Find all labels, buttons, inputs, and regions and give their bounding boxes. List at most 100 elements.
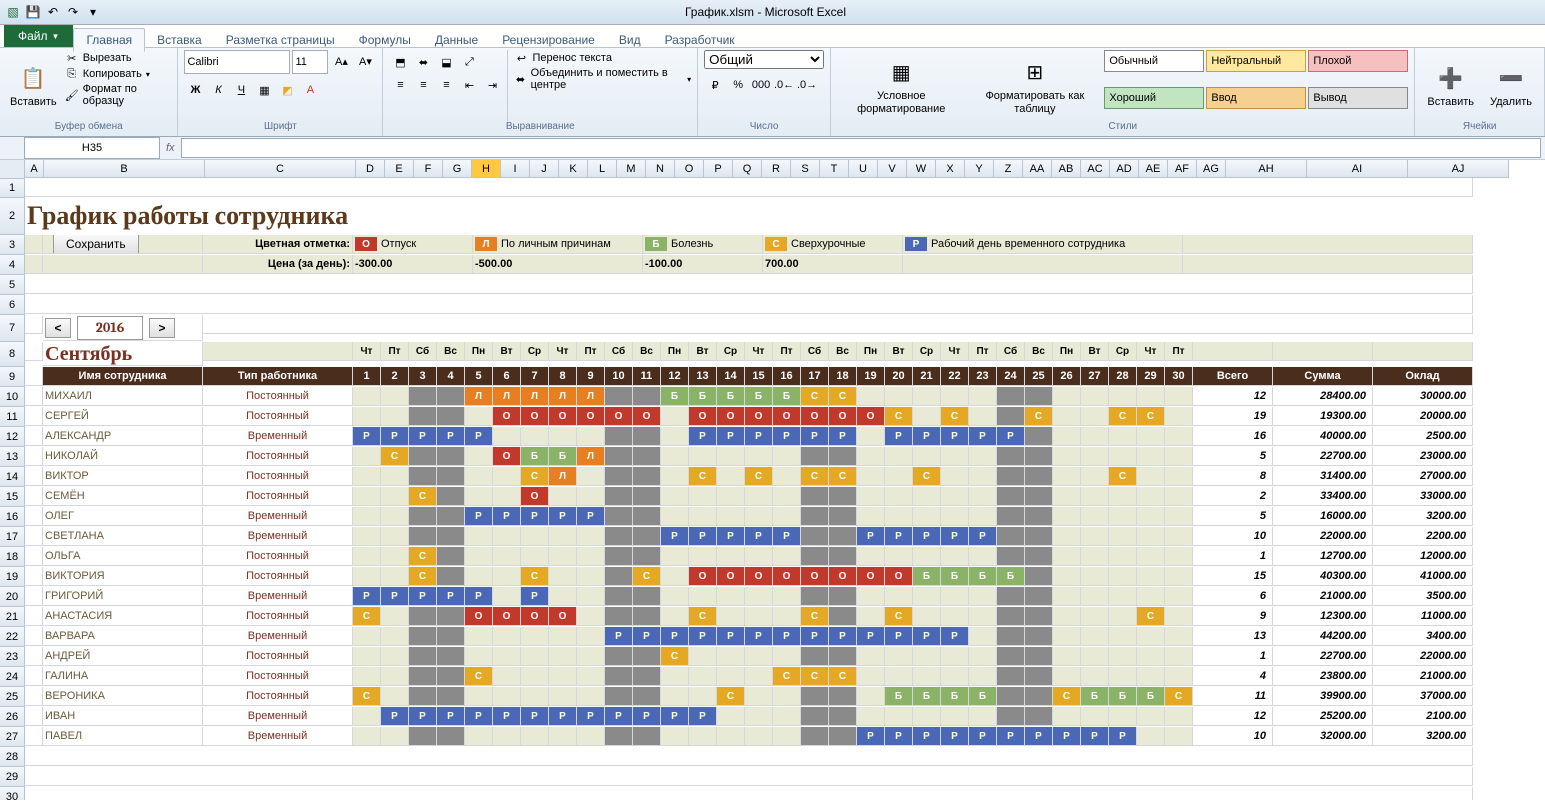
day-cell[interactable]: С	[1165, 687, 1193, 706]
day-cell[interactable]	[577, 527, 605, 546]
day-cell[interactable]	[1165, 407, 1193, 426]
day-cell[interactable]	[1165, 447, 1193, 466]
col-header[interactable]: AJ	[1408, 160, 1509, 178]
day-cell[interactable]: Р	[913, 627, 941, 646]
col-header[interactable]: AC	[1081, 160, 1110, 178]
day-cell[interactable]	[969, 627, 997, 646]
day-cell[interactable]	[997, 527, 1025, 546]
row-header[interactable]: 9	[0, 367, 25, 387]
day-cell[interactable]	[661, 587, 689, 606]
day-cell[interactable]	[941, 387, 969, 406]
day-cell[interactable]: Р	[913, 427, 941, 446]
italic-button[interactable]: К	[207, 79, 229, 101]
col-header[interactable]: H	[472, 160, 501, 178]
day-cell[interactable]: Р	[661, 707, 689, 726]
day-cell[interactable]	[633, 667, 661, 686]
day-cell[interactable]	[549, 527, 577, 546]
day-cell[interactable]: Б	[997, 567, 1025, 586]
day-cell[interactable]: Р	[689, 707, 717, 726]
row-header[interactable]: 21	[0, 607, 25, 627]
day-cell[interactable]	[969, 407, 997, 426]
day-cell[interactable]	[997, 407, 1025, 426]
day-cell[interactable]	[1165, 467, 1193, 486]
number-format-combo[interactable]: Общий	[704, 50, 824, 69]
day-cell[interactable]	[381, 407, 409, 426]
day-cell[interactable]	[1053, 427, 1081, 446]
day-cell[interactable]	[1165, 567, 1193, 586]
day-cell[interactable]: Б	[773, 387, 801, 406]
font-name-combo[interactable]	[184, 50, 290, 74]
day-cell[interactable]	[885, 467, 913, 486]
day-cell[interactable]: Б	[661, 387, 689, 406]
col-header[interactable]: V	[878, 160, 907, 178]
day-cell[interactable]	[577, 467, 605, 486]
col-header[interactable]: M	[617, 160, 646, 178]
day-cell[interactable]	[885, 387, 913, 406]
day-cell[interactable]: О	[633, 407, 661, 426]
day-cell[interactable]	[381, 647, 409, 666]
col-header[interactable]: AB	[1052, 160, 1081, 178]
day-cell[interactable]	[633, 427, 661, 446]
row-header[interactable]: 4	[0, 255, 25, 275]
day-cell[interactable]	[381, 547, 409, 566]
day-cell[interactable]	[381, 627, 409, 646]
col-header[interactable]: Q	[733, 160, 762, 178]
day-cell[interactable]	[1081, 647, 1109, 666]
day-cell[interactable]	[913, 587, 941, 606]
day-cell[interactable]	[661, 407, 689, 426]
day-cell[interactable]	[605, 467, 633, 486]
day-cell[interactable]	[381, 567, 409, 586]
cell-style-3[interactable]: Хороший	[1104, 87, 1204, 109]
day-cell[interactable]: Р	[493, 507, 521, 526]
fx-icon[interactable]: fx	[160, 142, 181, 154]
day-cell[interactable]	[969, 587, 997, 606]
day-cell[interactable]: Р	[885, 627, 913, 646]
day-cell[interactable]: С	[801, 607, 829, 626]
day-cell[interactable]	[353, 467, 381, 486]
row-header[interactable]: 8	[0, 342, 25, 367]
day-cell[interactable]	[409, 627, 437, 646]
day-cell[interactable]	[549, 727, 577, 746]
day-cell[interactable]: С	[913, 467, 941, 486]
day-cell[interactable]	[689, 587, 717, 606]
day-cell[interactable]	[1025, 627, 1053, 646]
day-cell[interactable]: Р	[437, 427, 465, 446]
merge-center-button[interactable]: ⬌Объединить и поместить в центре▾	[514, 66, 691, 92]
save-icon[interactable]: 💾	[24, 3, 42, 21]
day-cell[interactable]: Б	[969, 567, 997, 586]
day-cell[interactable]: Р	[801, 627, 829, 646]
day-cell[interactable]: О	[549, 607, 577, 626]
day-cell[interactable]	[801, 707, 829, 726]
row-header[interactable]: 11	[0, 407, 25, 427]
day-cell[interactable]	[885, 647, 913, 666]
day-cell[interactable]	[605, 727, 633, 746]
row-header[interactable]: 7	[0, 315, 25, 342]
day-cell[interactable]	[997, 587, 1025, 606]
row-header[interactable]: 3	[0, 235, 25, 255]
day-cell[interactable]	[409, 647, 437, 666]
day-cell[interactable]	[689, 547, 717, 566]
day-cell[interactable]	[745, 587, 773, 606]
day-cell[interactable]: Б	[521, 447, 549, 466]
day-cell[interactable]	[941, 487, 969, 506]
day-cell[interactable]	[913, 447, 941, 466]
delete-cells-button[interactable]: ➖Удалить	[1484, 50, 1538, 121]
format-painter-button[interactable]: 🖌Формат по образцу	[65, 82, 172, 108]
col-header[interactable]: I	[501, 160, 530, 178]
day-cell[interactable]	[353, 527, 381, 546]
day-cell[interactable]	[1025, 707, 1053, 726]
day-cell[interactable]	[353, 567, 381, 586]
day-cell[interactable]	[521, 547, 549, 566]
day-cell[interactable]: Л	[521, 387, 549, 406]
day-cell[interactable]: Л	[577, 387, 605, 406]
day-cell[interactable]	[1165, 427, 1193, 446]
col-header[interactable]: AH	[1226, 160, 1307, 178]
day-cell[interactable]	[605, 447, 633, 466]
day-cell[interactable]	[857, 387, 885, 406]
day-cell[interactable]	[549, 587, 577, 606]
day-cell[interactable]	[773, 647, 801, 666]
day-cell[interactable]	[1081, 527, 1109, 546]
day-cell[interactable]	[465, 447, 493, 466]
row-header[interactable]: 27	[0, 727, 25, 747]
day-cell[interactable]	[1137, 547, 1165, 566]
